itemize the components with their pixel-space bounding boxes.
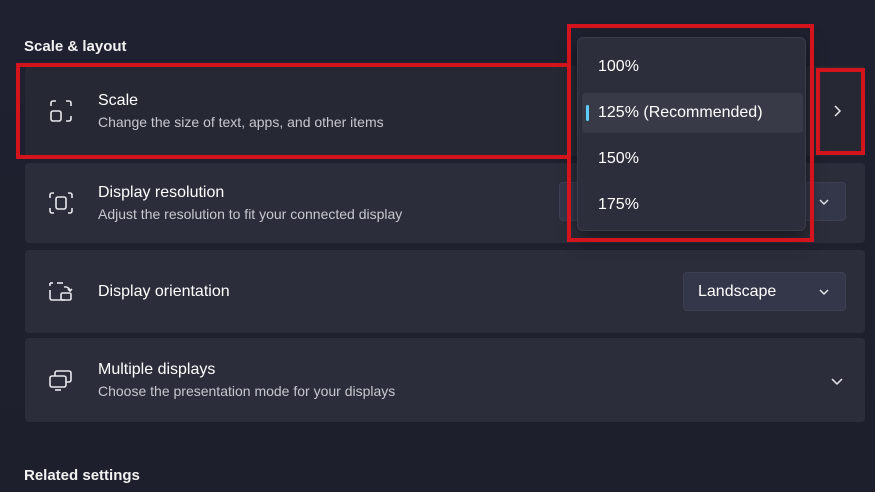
chevron-down-icon[interactable] [829,373,845,389]
chevron-right-icon[interactable] [829,103,845,119]
multiple-displays-card[interactable]: Multiple displays Choose the presentatio… [25,338,865,422]
scale-icon [47,97,75,125]
orientation-value: Landscape [698,282,777,300]
scale-subtitle: Change the size of text, apps, and other… [98,114,384,130]
scale-option-label: 175% [598,196,639,213]
resolution-subtitle: Adjust the resolution to fit your connec… [98,206,403,222]
selection-indicator [586,105,589,121]
resolution-icon [47,189,75,217]
scale-option-175[interactable]: 175% [582,185,803,225]
chevron-down-icon [817,195,831,209]
scale-option-label: 150% [598,150,639,167]
multi-subtitle: Choose the presentation mode for your di… [98,383,396,399]
orientation-title: Display orientation [98,282,230,300]
scale-option-150[interactable]: 150% [582,139,803,179]
settings-page: Scale & layout Scale Change the size of … [0,0,875,492]
scale-option-100[interactable]: 100% [582,47,803,87]
scale-title: Scale [98,92,139,109]
scale-option-label: 125% (Recommended) [598,104,763,121]
multiple-displays-icon [47,366,75,394]
related-settings-title: Related settings [24,467,140,484]
orientation-setting-card: Display orientation Landscape [25,250,865,333]
section-title: Scale & layout [24,38,127,55]
scale-option-label: 100% [598,58,639,75]
chevron-down-icon [817,285,831,299]
orientation-dropdown[interactable]: Landscape [683,272,846,311]
resolution-title: Display resolution [98,184,225,201]
orientation-icon [47,278,75,306]
multi-title: Multiple displays [98,361,216,378]
scale-option-125[interactable]: 125% (Recommended) [582,93,803,133]
scale-options-popup: 100% 125% (Recommended) 150% 175% [577,37,806,231]
